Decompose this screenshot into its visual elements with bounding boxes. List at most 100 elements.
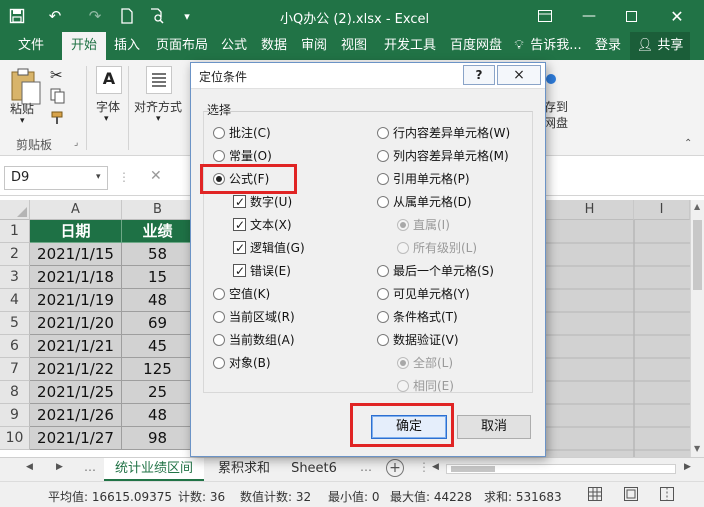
row-header[interactable]: 2	[0, 243, 30, 266]
column-header-b[interactable]: B	[122, 200, 194, 220]
radio-button[interactable]	[397, 242, 409, 254]
vertical-scrollbar[interactable]: ▲ ▼	[690, 200, 704, 457]
radio-column-differences[interactable]: 列内容差异单元格(M)	[377, 147, 509, 165]
paste-label[interactable]: 粘贴	[10, 100, 34, 117]
radio-button[interactable]	[377, 196, 389, 208]
radio-button[interactable]	[397, 219, 409, 231]
maximize-icon[interactable]	[616, 4, 646, 28]
tab-page-layout[interactable]: 页面布局	[150, 32, 214, 60]
paste-dropdown-icon[interactable]: ▾	[20, 116, 25, 126]
radio-button[interactable]	[377, 173, 389, 185]
radio-data-validation[interactable]: 数据验证(V)	[377, 331, 459, 349]
scroll-right-icon[interactable]: ▶	[684, 462, 691, 472]
font-label[interactable]: 字体	[96, 98, 120, 115]
sheet-tab-sheet6[interactable]: Sheet6	[284, 458, 344, 481]
dialog-close-button[interactable]: ×	[497, 65, 541, 85]
alignment-label[interactable]: 对齐方式	[134, 98, 182, 115]
radio-constants[interactable]: 常量(O)	[213, 147, 272, 165]
add-sheet-icon[interactable]: +	[386, 459, 404, 477]
radio-current-array[interactable]: 当前数组(A)	[213, 331, 295, 349]
name-box[interactable]: D9	[4, 166, 108, 190]
tab-file[interactable]: 文件	[8, 32, 54, 60]
sign-in-link[interactable]: 登录	[590, 32, 626, 60]
sales-cell[interactable]: 69	[122, 312, 194, 335]
format-painter-icon[interactable]	[50, 110, 66, 129]
row-header[interactable]: 6	[0, 335, 30, 358]
sales-cell[interactable]: 15	[122, 266, 194, 289]
radio-direct-only[interactable]: 直属(I)	[397, 216, 450, 234]
tab-insert[interactable]: 插入	[108, 32, 146, 60]
normal-view-icon[interactable]	[588, 487, 602, 504]
dialog-title-bar[interactable]: 定位条件 ? ×	[191, 63, 545, 89]
radio-button[interactable]	[397, 380, 409, 392]
radio-button[interactable]	[213, 311, 225, 323]
baidu-netdisk-icon[interactable]	[546, 74, 556, 84]
row-header[interactable]: 7	[0, 358, 30, 381]
sales-cell[interactable]: 25	[122, 381, 194, 404]
radio-all-levels[interactable]: 所有级别(L)	[397, 239, 477, 257]
checkbox[interactable]	[233, 193, 246, 211]
radio-button[interactable]	[377, 150, 389, 162]
more-sheets-left-icon[interactable]: …	[84, 460, 96, 474]
scroll-up-icon[interactable]: ▲	[694, 202, 700, 211]
column-header-h[interactable]: H	[546, 200, 634, 220]
tab-review[interactable]: 审阅	[296, 32, 332, 60]
radio-button[interactable]	[397, 357, 409, 369]
vertical-scroll-thumb[interactable]	[693, 220, 702, 290]
radio-blanks[interactable]: 空值(K)	[213, 285, 270, 303]
cancel-button[interactable]: 取消	[457, 415, 531, 439]
date-cell[interactable]: 2021/1/18	[30, 266, 122, 289]
date-cell[interactable]: 2021/1/15	[30, 243, 122, 266]
tell-me-search[interactable]: 告诉我...	[528, 32, 584, 60]
page-layout-view-icon[interactable]	[624, 487, 638, 504]
ribbon-display-icon[interactable]	[530, 4, 560, 28]
font-dropdown-icon[interactable]: ▾	[104, 114, 109, 124]
row-header[interactable]: 4	[0, 289, 30, 312]
date-cell[interactable]: 2021/1/19	[30, 289, 122, 312]
customize-qat-icon[interactable]: ▾	[176, 4, 198, 28]
radio-button[interactable]	[377, 265, 389, 277]
name-box-dropdown-icon[interactable]: ▾	[96, 172, 101, 182]
row-header[interactable]: 8	[0, 381, 30, 404]
save-to-netdisk-label-2[interactable]: 网盘	[544, 114, 568, 131]
row-header[interactable]: 3	[0, 266, 30, 289]
save-to-netdisk-label-1[interactable]: 存到	[544, 98, 568, 115]
row-header[interactable]: 9	[0, 404, 30, 427]
redo-icon[interactable]: ↷	[84, 4, 106, 28]
date-cell[interactable]: 2021/1/20	[30, 312, 122, 335]
sales-cell[interactable]: 45	[122, 335, 194, 358]
font-icon[interactable]: A	[96, 66, 122, 94]
radio-button[interactable]	[213, 127, 225, 139]
radio-button[interactable]	[377, 311, 389, 323]
cancel-formula-icon[interactable]: ✕	[150, 168, 162, 184]
row-header[interactable]: 5	[0, 312, 30, 335]
collapse-ribbon-icon[interactable]: ⌃	[684, 138, 692, 149]
next-sheet-icon[interactable]: ▶	[56, 462, 63, 472]
horizontal-scrollbar[interactable]	[446, 464, 676, 474]
radio-button[interactable]	[213, 150, 225, 162]
radio-button[interactable]	[213, 334, 225, 346]
radio-button[interactable]	[213, 357, 225, 369]
radio-dependents[interactable]: 从属单元格(D)	[377, 193, 472, 211]
undo-icon[interactable]: ↶	[44, 4, 66, 28]
share-button[interactable]: 👤︎ 共享	[630, 32, 690, 60]
prev-sheet-icon[interactable]: ◀	[26, 462, 33, 472]
sales-cell[interactable]: 98	[122, 427, 194, 450]
new-file-icon[interactable]	[116, 4, 138, 28]
radio-validation-same[interactable]: 相同(E)	[397, 377, 454, 395]
scroll-left-icon[interactable]: ◀	[432, 462, 439, 472]
horizontal-scroll-thumb[interactable]	[451, 466, 495, 472]
radio-precedents[interactable]: 引用单元格(P)	[377, 170, 470, 188]
minimize-icon[interactable]: —	[574, 4, 604, 28]
tab-home[interactable]: 开始	[62, 32, 106, 60]
checkbox[interactable]	[233, 239, 246, 257]
header-cell[interactable]: 业绩	[122, 220, 194, 243]
radio-visible-cells[interactable]: 可见单元格(Y)	[377, 285, 470, 303]
alignment-dropdown-icon[interactable]: ▾	[156, 114, 161, 124]
copy-icon[interactable]	[50, 88, 66, 107]
date-cell[interactable]: 2021/1/21	[30, 335, 122, 358]
date-cell[interactable]: 2021/1/27	[30, 427, 122, 450]
radio-last-cell[interactable]: 最后一个单元格(S)	[377, 262, 494, 280]
checkbox-text[interactable]: 文本(X)	[233, 216, 292, 234]
radio-comments[interactable]: 批注(C)	[213, 124, 271, 142]
